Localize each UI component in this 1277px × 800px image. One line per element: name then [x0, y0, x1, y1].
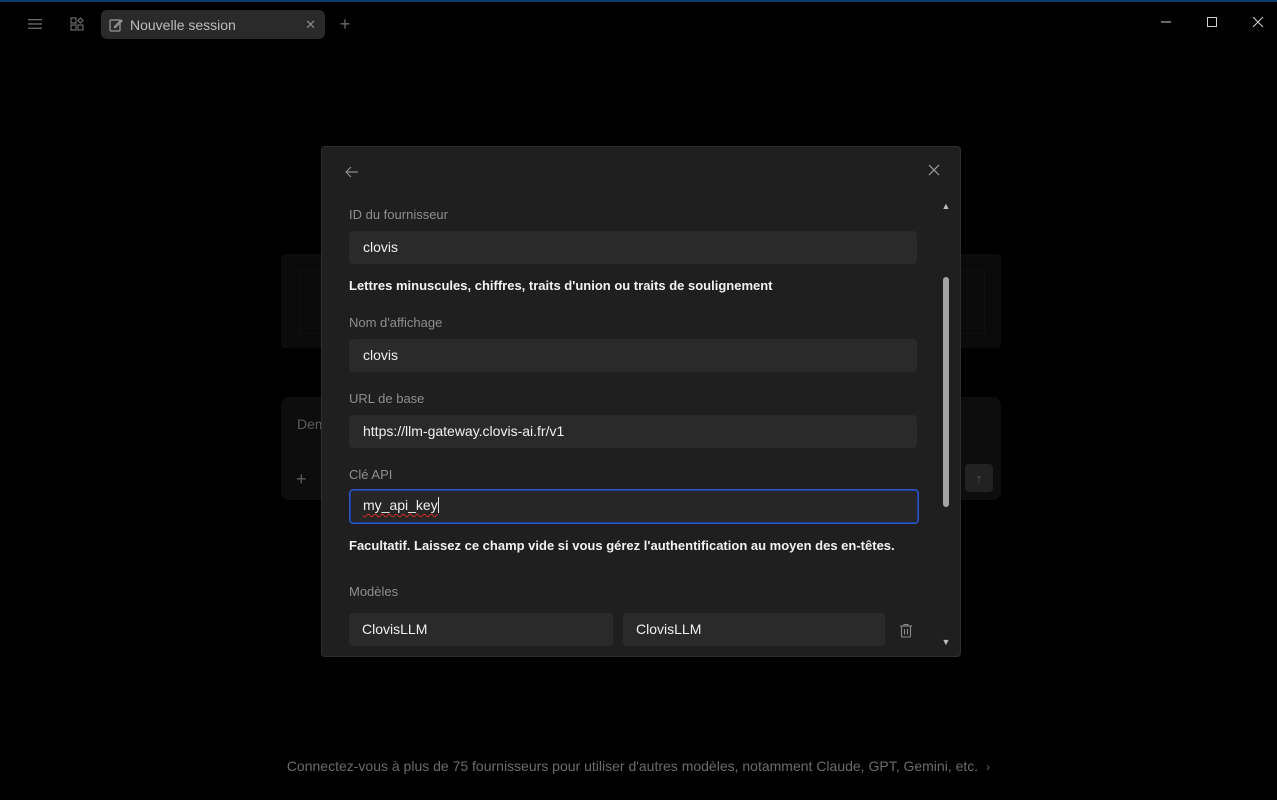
tab-label: Nouvelle session	[130, 16, 236, 33]
provider-settings-dialog: ID du fournisseur clovis Lettres minuscu…	[321, 146, 961, 657]
close-dialog-icon[interactable]	[925, 161, 943, 179]
footer-link-text: Connectez-vous à plus de 75 fournisseurs…	[286, 758, 979, 774]
chevron-right-icon: ›	[986, 760, 991, 774]
maximize-icon[interactable]	[1202, 12, 1222, 32]
attach-plus-icon: +	[296, 469, 307, 489]
api-key-helper: Facultatif. Laissez ce champ vide si vou…	[349, 538, 895, 553]
models-label: Modèles	[349, 584, 399, 599]
base-url-label: URL de base	[349, 391, 425, 406]
display-name-label: Nom d'affichage	[349, 315, 443, 330]
apps-grid-icon[interactable]	[67, 14, 87, 34]
provider-id-helper: Lettres minuscules, chiffres, traits d'u…	[349, 278, 773, 293]
provider-id-label: ID du fournisseur	[349, 207, 448, 222]
dialog-scroll-area[interactable]: ID du fournisseur clovis Lettres minuscu…	[322, 199, 938, 656]
back-arrow-icon[interactable]	[343, 163, 361, 181]
api-key-value: my_api_key	[363, 497, 438, 513]
scrollbar-thumb[interactable]	[943, 277, 949, 507]
trash-icon[interactable]	[899, 623, 915, 639]
minimize-icon[interactable]	[1156, 12, 1176, 32]
send-arrow-icon: ↑	[965, 464, 993, 492]
dialog-scrollbar[interactable]: ▲ ▼	[940, 199, 952, 651]
scroll-up-arrow-icon[interactable]: ▲	[941, 201, 951, 211]
text-caret	[437, 497, 439, 513]
close-window-icon[interactable]	[1248, 12, 1268, 32]
base-url-input[interactable]: https://llm-gateway.clovis-ai.fr/v1	[349, 415, 917, 448]
scroll-down-arrow-icon[interactable]: ▼	[941, 637, 951, 647]
api-key-label: Clé API	[349, 467, 393, 482]
title-bar: Nouvelle session ✕ +	[0, 2, 1277, 46]
model-id-input[interactable]: ClovisLLM	[349, 613, 613, 646]
tab-nouvelle-session[interactable]: Nouvelle session ✕	[101, 10, 325, 39]
model-name-input[interactable]: ClovisLLM	[623, 613, 885, 646]
plus-icon[interactable]: +	[335, 14, 355, 34]
display-name-input[interactable]: clovis	[349, 339, 917, 372]
api-key-input[interactable]: my_api_key	[349, 489, 919, 524]
menu-icon[interactable]	[25, 14, 45, 34]
app-window: Nouvelle session ✕ + Dem + ↑ Connectez-v…	[0, 0, 1277, 800]
close-icon[interactable]: ✕	[305, 17, 316, 33]
providers-footer-link[interactable]: Connectez-vous à plus de 75 fournisseurs…	[0, 758, 1277, 774]
edit-icon	[109, 18, 123, 32]
provider-id-input[interactable]: clovis	[349, 231, 917, 264]
